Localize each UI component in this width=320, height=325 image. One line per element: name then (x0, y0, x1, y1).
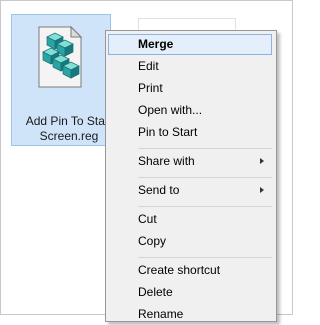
registry-file-icon (38, 25, 83, 88)
menu-item-label: Send to (138, 183, 180, 197)
menu-item-send-to[interactable]: Send to (108, 180, 272, 201)
menu-item-delete[interactable]: Delete (108, 282, 272, 303)
menu-separator (138, 257, 272, 258)
menu-item-merge[interactable]: Merge (108, 34, 272, 55)
menu-separator (138, 206, 272, 207)
menu-item-label: Copy (138, 234, 167, 248)
menu-item-create-shortcut[interactable]: Create shortcut (108, 260, 272, 281)
explorer-view: Add Pin To Start Screen.reg Merge Edit P… (0, 0, 293, 322)
menu-item-label: Pin to Start (138, 125, 198, 139)
menu-item-label: Rename (138, 307, 184, 321)
menu-item-label: Create shortcut (138, 263, 221, 277)
menu-item-label: Open with... (138, 103, 203, 117)
menu-item-print[interactable]: Print (108, 78, 272, 99)
menu-item-open-with[interactable]: Open with... (108, 100, 272, 121)
menu-item-label: Share with (138, 154, 195, 168)
submenu-arrow-icon (260, 187, 264, 193)
submenu-arrow-icon (260, 158, 264, 164)
menu-item-cut[interactable]: Cut (108, 209, 272, 230)
menu-item-edit[interactable]: Edit (108, 56, 272, 77)
context-menu: Merge Edit Print Open with... Pin to Sta… (105, 30, 277, 322)
menu-item-label: Cut (138, 212, 157, 226)
menu-item-pin-to-start[interactable]: Pin to Start (108, 122, 272, 143)
menu-item-label: Delete (138, 285, 173, 299)
menu-separator (138, 148, 272, 149)
menu-item-copy[interactable]: Copy (108, 231, 272, 252)
menu-item-label: Merge (138, 37, 174, 51)
menu-item-share-with[interactable]: Share with (108, 151, 272, 172)
menu-item-label: Edit (138, 59, 159, 73)
file-item-selected[interactable]: Add Pin To Start Screen.reg (11, 14, 112, 146)
menu-separator (138, 177, 272, 178)
menu-item-label: Print (138, 81, 163, 95)
